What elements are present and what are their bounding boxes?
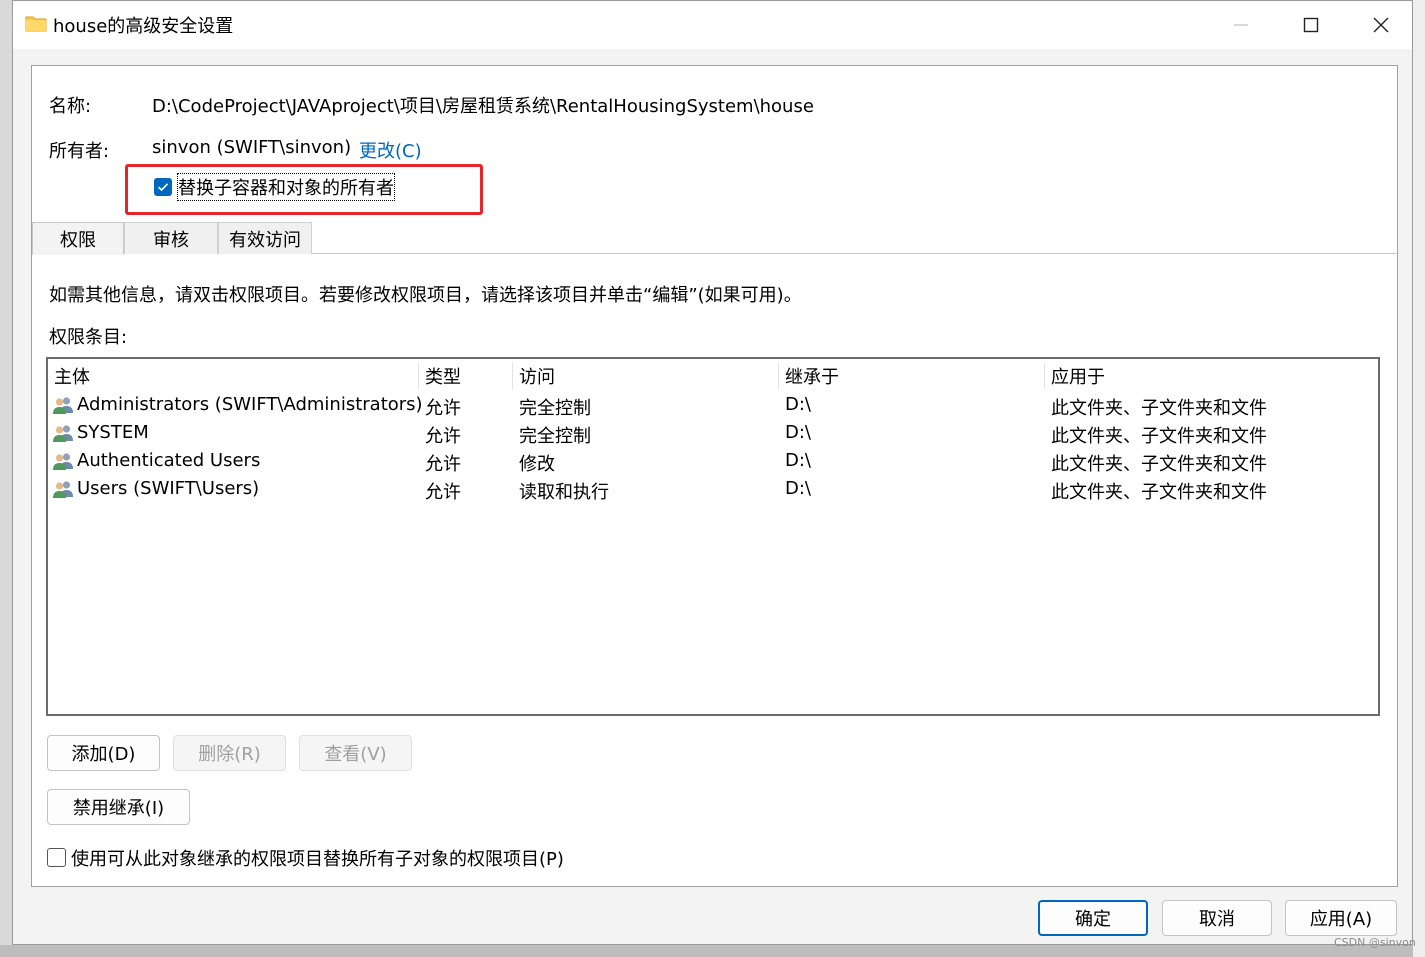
- table-row[interactable]: Administrators (SWIFT\Administrators) 允许…: [48, 392, 1378, 420]
- users-group-icon: [53, 425, 73, 442]
- table-row[interactable]: Users (SWIFT\Users) 允许 读取和执行 D:\ 此文件夹、子文…: [48, 476, 1378, 504]
- annotation-highlight-box: [125, 164, 483, 215]
- table-row[interactable]: Authenticated Users 允许 修改 D:\ 此文件夹、子文件夹和…: [48, 448, 1378, 476]
- access-cell: 完全控制: [519, 426, 591, 447]
- owner-label: 所有者:: [49, 141, 110, 162]
- disable-inheritance-label: 禁用继承(I): [72, 798, 165, 819]
- applies-to-cell: 此文件夹、子文件夹和文件: [1051, 398, 1267, 419]
- replace-child-permissions-checkbox[interactable]: [47, 848, 66, 867]
- close-button[interactable]: [1346, 1, 1416, 49]
- maximize-icon: [1303, 17, 1319, 33]
- type-cell: 允许: [425, 398, 461, 419]
- type-cell: 允许: [425, 482, 461, 503]
- main-panel: 名称: D:\CodeProject\JAVAproject\项目\房屋租赁系统…: [31, 65, 1399, 887]
- window-title: house的高级安全设置: [53, 16, 234, 37]
- access-cell: 读取和执行: [519, 482, 609, 503]
- users-group-icon: [53, 453, 73, 470]
- column-header-type[interactable]: 类型: [419, 363, 513, 389]
- users-group-icon: [53, 481, 73, 498]
- cancel-button[interactable]: 取消: [1162, 900, 1272, 936]
- view-button[interactable]: 查看(V): [299, 735, 412, 771]
- owner-value: sinvon (SWIFT\sinvon): [152, 137, 352, 158]
- applies-to-cell: 此文件夹、子文件夹和文件: [1051, 426, 1267, 447]
- tab-permissions-label: 权限: [60, 229, 96, 251]
- advanced-security-dialog: house的高级安全设置 名称: D:\CodeProject\JAVAproj…: [12, 0, 1413, 945]
- close-icon: [1373, 17, 1389, 33]
- type-cell: 允许: [425, 454, 461, 475]
- tab-auditing[interactable]: 审核: [124, 222, 218, 254]
- title-bar[interactable]: house的高级安全设置: [13, 1, 1412, 49]
- tab-effective-access-label: 有效访问: [229, 229, 301, 251]
- access-cell: 修改: [519, 454, 555, 475]
- view-button-label: 查看(V): [324, 744, 387, 765]
- object-path: D:\CodeProject\JAVAproject\项目\房屋租赁系统\Ren…: [152, 96, 814, 117]
- ok-button[interactable]: 确定: [1038, 900, 1148, 936]
- column-header-inherited-from[interactable]: 继承于: [779, 363, 1045, 389]
- watermark: CSDN @sinvon: [1334, 936, 1416, 949]
- column-header-applies-to[interactable]: 应用于: [1045, 363, 1378, 389]
- principal-cell: Administrators (SWIFT\Administrators): [77, 394, 423, 415]
- table-row[interactable]: SYSTEM 允许 完全控制 D:\ 此文件夹、子文件夹和文件: [48, 420, 1378, 448]
- tab-effective-access[interactable]: 有效访问: [218, 222, 312, 254]
- users-group-icon: [53, 397, 73, 414]
- remove-button[interactable]: 删除(R): [173, 735, 286, 771]
- inherited-from-cell: D:\: [785, 478, 811, 499]
- remove-button-label: 删除(R): [198, 744, 261, 765]
- type-cell: 允许: [425, 426, 461, 447]
- change-owner-link[interactable]: 更改(C): [359, 137, 422, 163]
- permission-entries-label: 权限条目:: [49, 327, 128, 348]
- apply-button[interactable]: 应用(A): [1285, 900, 1397, 936]
- inherited-from-cell: D:\: [785, 422, 811, 443]
- minimize-button[interactable]: [1206, 1, 1276, 49]
- permissions-instruction: 如需其他信息，请双击权限项目。若要修改权限项目，请选择该项目并单击“编辑”(如果…: [49, 285, 802, 306]
- cancel-button-label: 取消: [1199, 909, 1235, 930]
- add-button-label: 添加(D): [71, 744, 136, 765]
- name-label: 名称:: [49, 96, 92, 117]
- background-window-strip: [0, 945, 1425, 957]
- access-cell: 完全控制: [519, 398, 591, 419]
- permission-entries-list[interactable]: 主体 类型 访问 继承于 应用于 Administrators (SWIFT\A…: [46, 357, 1380, 716]
- column-header-principal[interactable]: 主体: [48, 363, 419, 389]
- background-window-edge: [1413, 0, 1425, 957]
- tab-auditing-label: 审核: [153, 229, 189, 251]
- column-header-access[interactable]: 访问: [513, 363, 779, 389]
- maximize-button[interactable]: [1276, 1, 1346, 49]
- apply-button-label: 应用(A): [1309, 909, 1373, 930]
- disable-inheritance-button[interactable]: 禁用继承(I): [47, 789, 190, 825]
- principal-cell: Authenticated Users: [77, 450, 261, 471]
- tab-permissions[interactable]: 权限: [32, 222, 124, 255]
- applies-to-cell: 此文件夹、子文件夹和文件: [1051, 454, 1267, 475]
- ok-button-label: 确定: [1075, 909, 1111, 930]
- inherited-from-cell: D:\: [785, 450, 811, 471]
- principal-cell: SYSTEM: [77, 422, 149, 443]
- inherited-from-cell: D:\: [785, 394, 811, 415]
- applies-to-cell: 此文件夹、子文件夹和文件: [1051, 482, 1267, 503]
- tab-divider: [312, 253, 1399, 254]
- principal-cell: Users (SWIFT\Users): [77, 478, 260, 499]
- replace-child-permissions-label[interactable]: 使用可从此对象继承的权限项目替换所有子对象的权限项目(P): [71, 845, 564, 871]
- folder-icon: [25, 16, 47, 32]
- minimize-icon: [1234, 24, 1248, 26]
- add-button[interactable]: 添加(D): [47, 735, 160, 771]
